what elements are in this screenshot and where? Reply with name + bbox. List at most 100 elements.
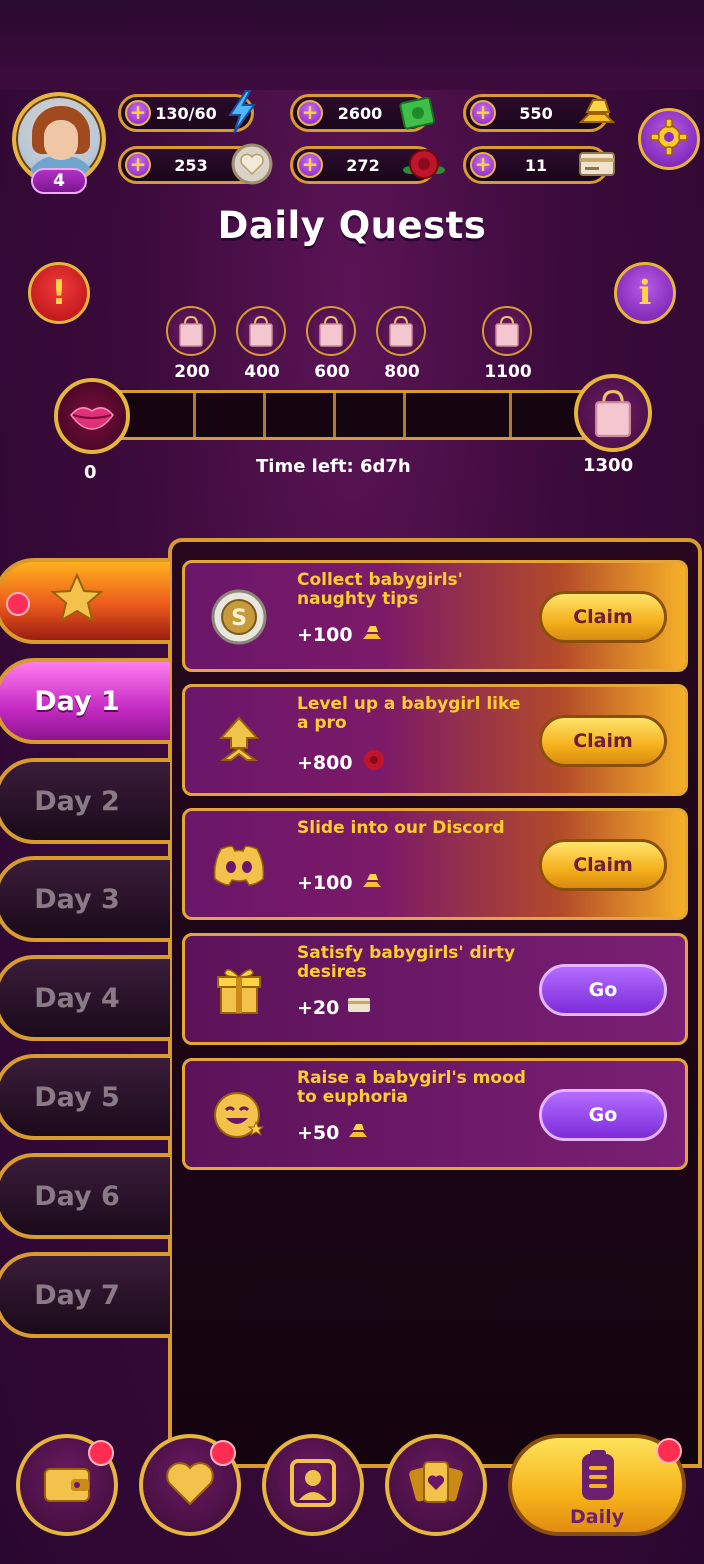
quest-reward: +20 xyxy=(297,996,371,1019)
add-roses-button[interactable]: + xyxy=(297,152,323,178)
profile-card-icon xyxy=(289,1458,337,1512)
kiss-icon xyxy=(54,378,130,454)
tab-special[interactable] xyxy=(0,558,170,644)
quest-reward: +100 xyxy=(297,623,383,646)
svg-text:S: S xyxy=(231,606,247,631)
milestone-400[interactable]: 400 xyxy=(236,306,288,382)
hearts-counter: + 253 xyxy=(118,143,273,185)
info-button[interactable]: i xyxy=(614,262,676,324)
heart-coin-icon xyxy=(229,141,275,187)
add-cash-button[interactable]: + xyxy=(297,100,323,126)
page-title: Daily Quests xyxy=(217,204,487,247)
quest-reward: +50 xyxy=(297,1121,369,1144)
energy-counter: + 130/60 xyxy=(118,90,256,134)
go-button[interactable]: Go xyxy=(539,1089,667,1141)
tab-day-5[interactable]: Day 5 xyxy=(0,1054,170,1140)
wallet-icon xyxy=(41,1461,93,1509)
heart-icon xyxy=(164,1460,216,1510)
reward-amount: +100 xyxy=(297,623,353,646)
tab-day-4[interactable]: Day 4 xyxy=(0,955,170,1041)
profile-nav-button[interactable] xyxy=(262,1434,364,1536)
cash-counter: + 2600 xyxy=(290,94,436,132)
quest-card: S Collect babygirls' naughty tips +100 C… xyxy=(182,560,688,672)
favorites-notification-dot xyxy=(210,1440,236,1466)
gold-counter: + 550 xyxy=(463,94,616,132)
notification-dot xyxy=(6,592,30,616)
wallet-notification-dot xyxy=(88,1440,114,1466)
coin-icon: S xyxy=(211,589,267,645)
tab-day-7[interactable]: Day 7 xyxy=(0,1252,170,1338)
tickets-counter: + 11 xyxy=(463,146,615,184)
shopping-bag-icon xyxy=(306,306,356,356)
daily-nav-label: Daily xyxy=(569,1506,624,1528)
star-icon xyxy=(50,572,104,631)
shopping-bag-icon xyxy=(376,306,426,356)
cash-icon xyxy=(395,89,441,135)
quest-card: Level up a babygirl like a pro +800 Clai… xyxy=(182,684,688,796)
milestone-label: 400 xyxy=(244,362,280,382)
lightning-icon xyxy=(219,89,265,135)
tab-day-1[interactable]: Day 1 xyxy=(0,658,170,744)
progress-tick xyxy=(403,393,406,437)
gold-bars-icon xyxy=(347,1121,369,1144)
add-energy-button[interactable]: + xyxy=(125,100,151,126)
reward-amount: +800 xyxy=(297,751,353,774)
shopping-bag-icon xyxy=(482,306,532,356)
shopping-bag-icon xyxy=(236,306,286,356)
milestone-label: 200 xyxy=(174,362,210,382)
milestone-600[interactable]: 600 xyxy=(306,306,358,382)
gold-bars-icon xyxy=(361,623,383,646)
tab-day-2[interactable]: Day 2 xyxy=(0,758,170,844)
discord-icon xyxy=(211,837,267,893)
level-up-arrow-icon xyxy=(211,713,267,769)
avatar-face xyxy=(44,120,78,160)
gift-icon xyxy=(211,962,267,1018)
daily-notification-dot xyxy=(656,1438,682,1464)
final-reward-bag-icon[interactable] xyxy=(574,374,652,452)
tab-day-3[interactable]: Day 3 xyxy=(0,856,170,942)
player-level-badge: 4 xyxy=(31,168,87,194)
progress-tick xyxy=(333,393,336,437)
gold-bars-icon xyxy=(574,89,620,135)
quest-reward: +100 xyxy=(297,871,383,894)
add-hearts-button[interactable]: + xyxy=(125,152,151,178)
gear-icon xyxy=(649,117,689,161)
reward-amount: +50 xyxy=(297,1121,340,1144)
settings-button[interactable] xyxy=(638,108,700,170)
milestone-label: 1100 xyxy=(484,362,532,382)
add-tickets-button[interactable]: + xyxy=(470,152,496,178)
tab-day-6[interactable]: Day 6 xyxy=(0,1153,170,1239)
alert-button[interactable]: ! xyxy=(28,262,90,324)
quest-card: Slide into our Discord +100 Claim xyxy=(182,808,688,920)
exclamation-icon: ! xyxy=(51,273,67,313)
ticket-icon xyxy=(574,141,620,187)
progress-start-label: 0 xyxy=(84,462,97,483)
quest-progress-bar xyxy=(96,390,596,440)
go-button[interactable]: Go xyxy=(539,964,667,1016)
quest-reward: +800 xyxy=(297,747,387,778)
info-icon: i xyxy=(638,273,652,313)
rose-icon xyxy=(401,141,447,187)
progress-tick xyxy=(509,393,512,437)
roses-counter: + 272 xyxy=(290,146,445,184)
collection-nav-button[interactable] xyxy=(385,1434,487,1536)
add-gold-button[interactable]: + xyxy=(470,100,496,126)
milestone-200[interactable]: 200 xyxy=(166,306,218,382)
gold-bars-icon xyxy=(361,871,383,894)
reward-amount: +20 xyxy=(297,996,340,1019)
claim-button[interactable]: Claim xyxy=(539,839,667,891)
quest-title: Collect babygirls' naughty tips xyxy=(297,570,463,609)
claim-button[interactable]: Claim xyxy=(539,715,667,767)
milestone-label: 600 xyxy=(314,362,350,382)
smile-icon xyxy=(211,1087,267,1143)
milestone-1100[interactable]: 1100 xyxy=(482,306,534,382)
progress-end-label: 1300 xyxy=(583,455,634,476)
claim-button[interactable]: Claim xyxy=(539,591,667,643)
milestone-label: 800 xyxy=(384,362,420,382)
daily-clipboard-icon xyxy=(578,1448,618,1508)
cards-icon xyxy=(408,1458,464,1512)
milestone-800[interactable]: 800 xyxy=(376,306,428,382)
quest-title: Slide into our Discord xyxy=(297,818,505,838)
shopping-bag-icon xyxy=(166,306,216,356)
progress-tick xyxy=(263,393,266,437)
